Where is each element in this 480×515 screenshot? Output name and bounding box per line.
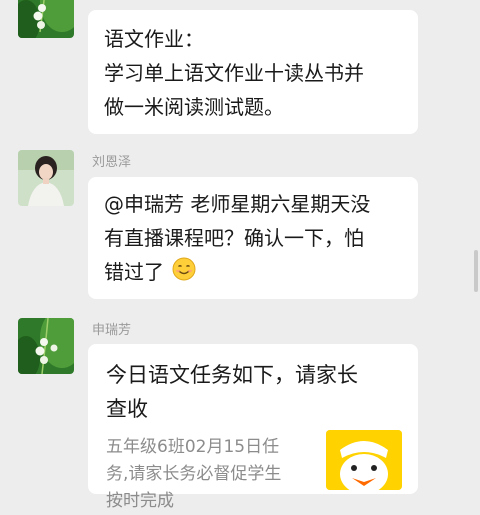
message-text-line: 做一米阅读测试题。 xyxy=(104,95,284,119)
sender-name: 申瑞芳 xyxy=(92,323,132,338)
lily-of-valley-image xyxy=(18,318,74,374)
message-text-line: @申瑞芳 老师星期六星期天没 xyxy=(104,192,371,216)
smiling-face-icon xyxy=(172,257,196,291)
avatar-lily-of-valley[interactable] xyxy=(18,0,74,38)
message-text-line: 错过了 xyxy=(104,260,164,284)
link-card-description: 按时完成 xyxy=(106,491,174,511)
lily-of-valley-image xyxy=(18,0,74,38)
message-text-line: 语文作业： xyxy=(104,27,204,51)
message-text-line: 有直播课程吧？确认一下，怕 xyxy=(104,226,364,250)
link-card-title: 今日语文任务如下，请家长 xyxy=(106,363,358,387)
girl-portrait-image xyxy=(18,150,74,206)
sender-name: 刘恩泽 xyxy=(92,155,132,170)
message-bubble[interactable]: @申瑞芳 老师星期六星期天没 有直播课程吧？确认一下，怕 错过了 xyxy=(88,177,418,299)
message-text-line: 学习单上语文作业十读丛书并 xyxy=(104,61,364,85)
message-bubble[interactable]: 语文作业： 学习单上语文作业十读丛书并 做一米阅读测试题。 xyxy=(88,10,418,134)
avatar-lily-of-valley[interactable] xyxy=(18,318,74,374)
duck-mascot-icon xyxy=(326,430,402,490)
avatar-girl[interactable] xyxy=(18,150,74,206)
link-card-title: 查收 xyxy=(106,397,148,421)
scrollbar[interactable] xyxy=(474,250,478,292)
link-card-thumbnail xyxy=(326,430,402,490)
